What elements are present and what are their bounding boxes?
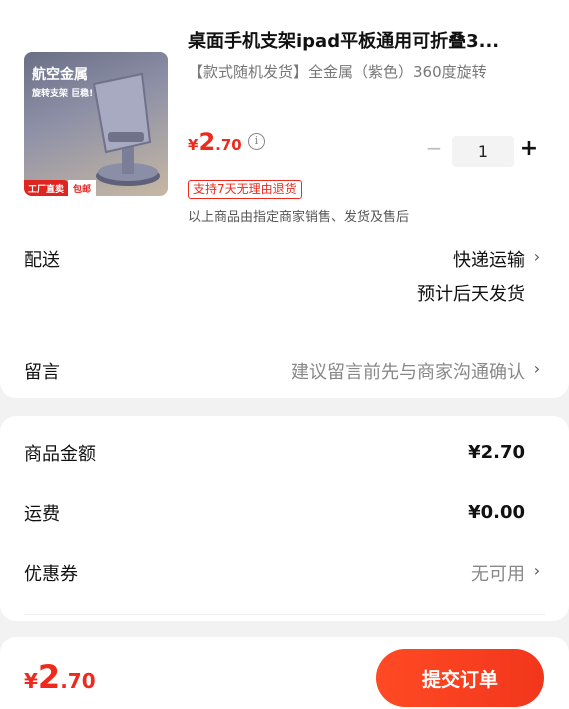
price-integer: 2 xyxy=(198,128,216,156)
quantity-increase-button[interactable]: + xyxy=(518,138,540,160)
order-item-card: 航空金属 旋转支架 巨稳! 工厂直卖 包邮 桌面手机支架ipad平板通用可折叠3… xyxy=(0,0,569,398)
total-currency: ¥ xyxy=(24,669,38,693)
total-price: ¥ 2 .70 xyxy=(24,658,96,696)
shipping-fee-label: 运费 xyxy=(24,504,60,525)
seller-note: 以上商品由指定商家销售、发货及售后 xyxy=(188,210,410,225)
coupon-chevron-icon[interactable]: › xyxy=(531,562,543,580)
goods-amount-label: 商品金额 xyxy=(24,444,96,465)
coupon-value[interactable]: 无可用 xyxy=(471,560,525,586)
message-chevron-icon[interactable]: › xyxy=(531,360,543,378)
product-image-tags: 工厂直卖 包邮 xyxy=(24,180,97,196)
shipping-fee-value: ¥0.00 xyxy=(468,502,525,523)
product-price: ¥ 2 .70 xyxy=(188,128,242,156)
message-label: 留言 xyxy=(24,362,60,383)
total-decimal: .70 xyxy=(60,669,96,693)
quantity-decrease-button[interactable]: − xyxy=(424,138,444,158)
delivery-method[interactable]: 快递运输 xyxy=(453,246,525,272)
quantity-input[interactable]: 1 xyxy=(452,136,514,167)
product-spec[interactable]: 【款式随机发货】全金属（紫色）360度旋转 xyxy=(188,60,548,85)
price-currency: ¥ xyxy=(188,136,199,154)
delivery-estimate: 预计后天发货 xyxy=(417,284,525,305)
phone-stand-illustration xyxy=(92,72,160,186)
delivery-label: 配送 xyxy=(24,250,60,271)
message-input[interactable]: 建议留言前先与商家沟通确认 xyxy=(291,358,525,384)
delivery-chevron-icon[interactable]: › xyxy=(531,248,543,266)
coupon-label: 优惠券 xyxy=(24,564,78,585)
submit-order-button[interactable]: 提交订单 xyxy=(376,649,544,707)
return-policy-badge: 支持7天无理由退货 xyxy=(188,180,302,199)
total-integer: 2 xyxy=(37,658,61,696)
product-title[interactable]: 桌面手机支架ipad平板通用可折叠3... xyxy=(188,27,548,53)
price-decimal: .70 xyxy=(215,136,242,154)
price-summary-card: 商品金额 ¥2.70 运费 ¥0.00 优惠券 无可用 › xyxy=(0,416,569,621)
price-info-icon[interactable]: i xyxy=(248,133,265,150)
factory-direct-tag: 工厂直卖 xyxy=(24,180,69,196)
goods-amount-value: ¥2.70 xyxy=(468,442,525,463)
free-shipping-tag: 包邮 xyxy=(68,180,97,196)
summary-divider xyxy=(24,614,545,615)
product-image[interactable]: 航空金属 旋转支架 巨稳! 工厂直卖 包邮 xyxy=(24,52,168,196)
